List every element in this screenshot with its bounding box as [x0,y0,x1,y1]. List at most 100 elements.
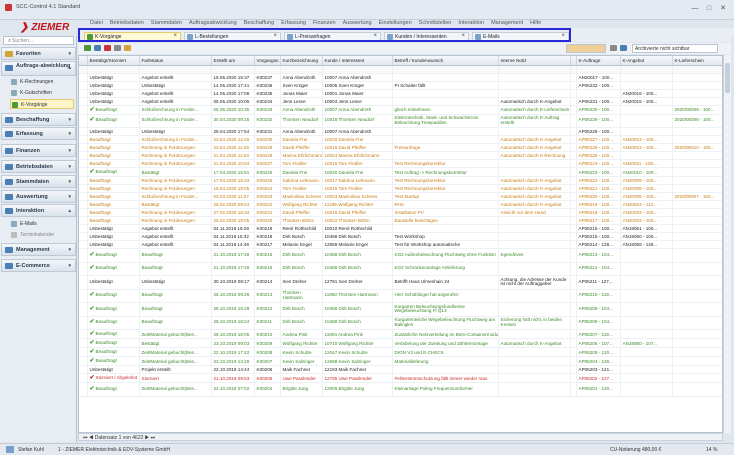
column-header[interactable]: Farbstatus [139,56,212,66]
table-row[interactable]: ✔Beauftragt Schlußrechnung in Forder... 30… [79,114,722,128]
table-row[interactable]: Unbestätigt Angebot erstellt 06.05.2020 10… [79,97,722,106]
sidebar-item-e-mails[interactable]: E-Mails [10,219,74,229]
table-row[interactable]: Beauftragt Rechnung in Forderungen 27.02.2… [79,208,722,217]
column-header[interactable]: Erstellt am [211,56,255,66]
table-row[interactable]: ✔Beauftragt Beauftragt 21.10.2019 17:46 K00… [79,262,722,276]
edit-icon[interactable] [94,45,101,51]
record-navigator[interactable]: ⏮ ◀ Datensatz 1 von 4622 ▶ ⏭ [78,433,723,441]
column-header[interactable]: Kunde / Interessent [322,56,393,66]
menu-item[interactable]: Einstellungen [379,20,412,26]
column-header[interactable]: K-Lieferschein [672,56,722,66]
refresh-icon[interactable] [114,45,121,51]
filter-cell[interactable] [620,65,673,74]
print-icon[interactable] [124,45,131,51]
filter-cell[interactable] [211,65,255,74]
filter-cell[interactable] [254,65,281,74]
close-button[interactable]: ✕ [718,4,728,13]
table-row[interactable]: ✔Beauftragt Beauftragt 21.10.2019 17:48 K00… [79,248,722,263]
menu-item[interactable]: Auftragsabwicklung [189,20,237,26]
sidebar-item-k-vorgaenge[interactable]: K-Vorgänge [10,99,74,109]
table-row[interactable]: Unbestätigt Unbestätigt 30.10.2019 08:17 K0… [79,275,722,290]
column-header[interactable]: Bestätigt/Storniert [87,56,140,66]
tab-l-preisanfragen[interactable]: L-Preisanfragen × [284,32,381,41]
tab-e-mails[interactable]: E-Mails × [472,32,569,41]
table-row[interactable]: Unbestätigt Unbestätigt 14.05.2020 17:41 K0… [79,81,722,90]
filter-cell[interactable] [392,65,499,74]
table-row[interactable]: Beauftragt Schlußrechnung in Forder... 03.… [79,192,722,201]
menu-item[interactable]: Finanzen [313,20,336,26]
sidebar-group-favoriten[interactable]: Favoriten ▾ [1,47,76,60]
table-row[interactable]: ✔Beauftragt Zeit/Material gebucht(Bes... 2… [79,356,722,366]
pencil-icon[interactable] [620,45,627,51]
tab-kunden[interactable]: Kunden / Interessenten × [384,32,469,41]
maximize-button[interactable]: □ [704,4,714,13]
table-row[interactable]: Beauftragt Rechnung in Forderungen 16.04.2… [79,184,722,193]
settings-icon[interactable] [610,45,617,51]
menu-item[interactable]: Interaktion [458,20,484,26]
column-header[interactable]: Kurzbezeichnung [280,56,323,66]
filter-cell[interactable] [576,65,621,74]
filter-cell[interactable] [79,65,88,74]
table-row[interactable]: ✔Beauftragt Bestätigt 23.10.2019 09:03 K002… [79,338,722,348]
close-icon[interactable]: × [561,33,565,39]
column-header[interactable]: K-Auftrage [576,56,621,66]
filter-cell[interactable] [672,65,722,74]
close-icon[interactable]: × [373,33,377,39]
sidebar-item-terminkalender[interactable]: Terminkalender [10,230,74,240]
filter-row[interactable] [79,65,722,74]
menu-item[interactable]: Erfassung [281,20,306,26]
column-header[interactable]: Vorgangsn. [254,56,281,66]
column-header[interactable]: Interne Notiz [498,56,571,66]
table-row[interactable]: Beauftragt Schlußrechnung in Forder... 23.… [79,135,722,144]
table-row[interactable]: ✔Beauftragt Zeit/Material gebucht(Bes... 2… [79,329,722,339]
filter-cell[interactable] [280,65,323,74]
table-row[interactable]: Beauftragt Rechnung in Forderungen 23.04.2… [79,143,722,152]
delete-icon[interactable] [104,45,111,51]
table-row[interactable]: Beauftragt Rechnung in Forderungen 21.04.2… [79,151,722,160]
table-row[interactable]: ✔Beauftragt Zeit/Material gebucht(Bes... 2… [79,382,722,397]
column-header[interactable] [79,56,88,66]
archive-filter-select[interactable]: Archivierte nicht sichtbar [632,44,718,53]
filter-cell[interactable] [87,65,140,74]
table-row[interactable]: ✔Beauftragt Bestätigt 17.04.2020 15:51 K002… [79,167,722,177]
table-row[interactable]: Unbestätigt Angebot erstellt 15.05.2020 15… [79,73,722,82]
sidebar-group-stammdaten[interactable]: Stammdaten ▾ [1,175,76,188]
add-icon[interactable] [84,45,91,51]
sidebar-group-erfassung[interactable]: Erfassung ▾ [1,127,76,140]
sidebar-item-k-rechnungen[interactable]: K-Rechnungen [10,77,74,87]
minimize-button[interactable]: — [690,4,700,13]
sidebar-group-management[interactable]: Management ▾ [1,243,76,256]
filter-cell[interactable] [139,65,212,74]
column-header[interactable]: Betreff / Kundenwunsch [392,56,499,66]
filter-combo[interactable] [566,44,606,53]
table-row[interactable]: Beauftragt Rechnung in Forderungen 25.02.2… [79,216,722,225]
table-row[interactable]: Unbestätigt Angebot erstellt 14.05.2020 17… [79,89,722,98]
menu-item[interactable]: Betriebsdaten [110,20,144,26]
vertical-scrollbar[interactable] [723,55,731,433]
sidebar-group-beschaffung[interactable]: Beschaffung ▾ [1,113,76,126]
sidebar-group-auswertung[interactable]: Auswertung ▾ [1,190,76,203]
close-icon[interactable]: × [173,33,177,39]
close-icon[interactable]: × [461,33,465,39]
sidebar-group-ecommerce[interactable]: E-Commerce ▾ [1,259,76,272]
table-row[interactable]: ✔Storniert / Abgelehnt Storniert 21.10.201… [79,373,722,383]
filter-cell[interactable] [498,65,571,74]
table-row[interactable]: ✔Beauftragt Zeit/Material gebucht(Bes... 2… [79,347,722,357]
tab-k-vorgaenge[interactable]: K-Vorgänge × [84,32,181,41]
sidebar-group-betriebsdaten[interactable]: Betriebsdaten ▾ [1,160,76,173]
menu-item[interactable]: Hilfe [530,20,541,26]
sidebar-group-interaktion[interactable]: Interaktion ▴ [1,204,76,217]
table-row[interactable]: ✔Beauftragt Beauftragt 26.10.2019 09:26 K00… [79,289,722,303]
column-header[interactable]: K-Angebot [620,56,673,66]
close-icon[interactable]: × [273,33,277,39]
menu-item[interactable]: Schnittstellen [419,20,452,26]
sidebar-group-auftrag[interactable]: Auftrags-abwicklung ▴ [1,61,76,76]
tab-l-bestellungen[interactable]: L-Bestellungen × [184,32,281,41]
table-row[interactable]: Beauftragt Bestätigt 28.02.2020 09:44 K0022… [79,200,722,209]
table-row[interactable]: Unbestätigt Projekt erstellt 22.10.2019 14… [79,365,722,374]
scroll-thumb[interactable] [725,63,730,93]
menu-item[interactable]: Management [491,20,523,26]
search-input[interactable]: ⌕ Suchen... [3,36,74,45]
table-row[interactable]: Beauftragt Rechnung in Forderungen 21.04.2… [79,159,722,168]
table-row[interactable]: ✔Beauftragt Beauftragt 28.10.2019 16:24 K00… [79,316,722,330]
